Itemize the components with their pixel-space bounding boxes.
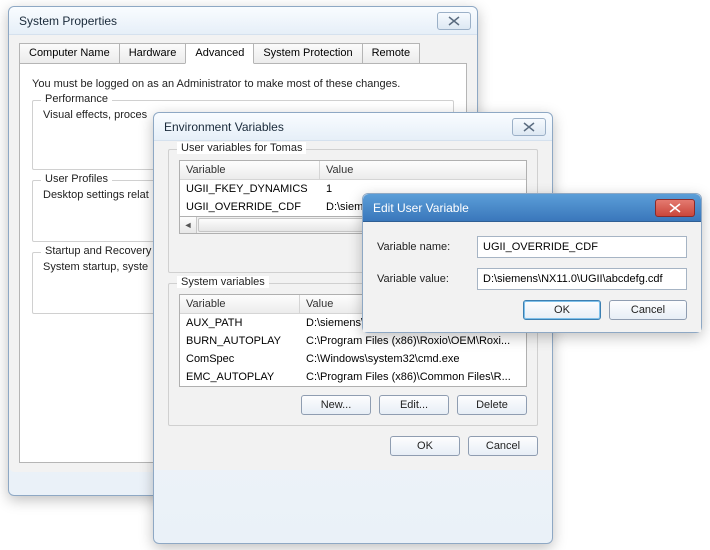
variable-value-input[interactable] [477, 268, 687, 290]
cell-val: C:\Program Files (x86)\Common Files\R... [300, 370, 526, 384]
edit-user-variable-dialog: Edit User Variable Variable name: Variab… [362, 193, 702, 333]
cancel-button[interactable]: Cancel [468, 436, 538, 456]
tab-computer-name[interactable]: Computer Name [19, 43, 120, 64]
tab-hardware[interactable]: Hardware [119, 43, 187, 64]
cell-var: BURN_AUTOPLAY [180, 334, 300, 348]
edit-button[interactable]: Edit... [379, 395, 449, 415]
close-icon[interactable] [655, 199, 695, 217]
cell-val: C:\Program Files (x86)\Roxio\OEM\Roxi... [300, 334, 526, 348]
ok-button[interactable]: OK [523, 300, 601, 320]
table-row[interactable]: EMC_AUTOPLAY C:\Program Files (x86)\Comm… [180, 368, 526, 386]
tab-remote[interactable]: Remote [362, 43, 421, 64]
edit-title: Edit User Variable [373, 201, 655, 215]
cancel-button[interactable]: Cancel [609, 300, 687, 320]
variable-name-label: Variable name: [377, 241, 477, 253]
delete-button[interactable]: Delete [457, 395, 527, 415]
cell-var: UGII_FKEY_DYNAMICS [180, 182, 320, 196]
cell-var: AUX_PATH [180, 316, 300, 330]
user-vars-legend: User variables for Tomas [177, 142, 306, 154]
col-value[interactable]: Value [320, 161, 526, 179]
sys-vars-legend: System variables [177, 276, 269, 288]
env-title: Environment Variables [164, 120, 512, 134]
col-variable[interactable]: Variable [180, 161, 320, 179]
close-icon[interactable] [437, 12, 471, 30]
sysprops-intro: You must be logged on as an Administrato… [32, 78, 454, 90]
env-titlebar[interactable]: Environment Variables [154, 113, 552, 141]
variable-value-label: Variable value: [377, 273, 477, 285]
sysprops-titlebar[interactable]: System Properties [9, 7, 477, 35]
group-startup-legend: Startup and Recovery [41, 245, 155, 257]
group-performance-legend: Performance [41, 93, 112, 105]
cell-var: ComSpec [180, 352, 300, 366]
variable-name-input[interactable] [477, 236, 687, 258]
col-variable[interactable]: Variable [180, 295, 300, 313]
group-userprofiles-legend: User Profiles [41, 173, 112, 185]
table-row[interactable]: ComSpec C:\Windows\system32\cmd.exe [180, 350, 526, 368]
cell-var: UGII_OVERRIDE_CDF [180, 200, 320, 214]
scroll-thumb[interactable] [198, 218, 385, 232]
scroll-left-icon[interactable]: ◄ [180, 217, 197, 233]
new-button[interactable]: New... [301, 395, 371, 415]
table-row[interactable]: BURN_AUTOPLAY C:\Program Files (x86)\Rox… [180, 332, 526, 350]
tab-system-protection[interactable]: System Protection [253, 43, 362, 64]
cell-val: C:\Windows\system32\cmd.exe [300, 352, 526, 366]
close-icon[interactable] [512, 118, 546, 136]
sysprops-tabs: Computer Name Hardware Advanced System P… [19, 43, 467, 64]
sysprops-title: System Properties [19, 14, 437, 28]
cell-var: EMC_AUTOPLAY [180, 370, 300, 384]
edit-titlebar[interactable]: Edit User Variable [363, 194, 701, 222]
tab-advanced[interactable]: Advanced [185, 43, 254, 64]
ok-button[interactable]: OK [390, 436, 460, 456]
